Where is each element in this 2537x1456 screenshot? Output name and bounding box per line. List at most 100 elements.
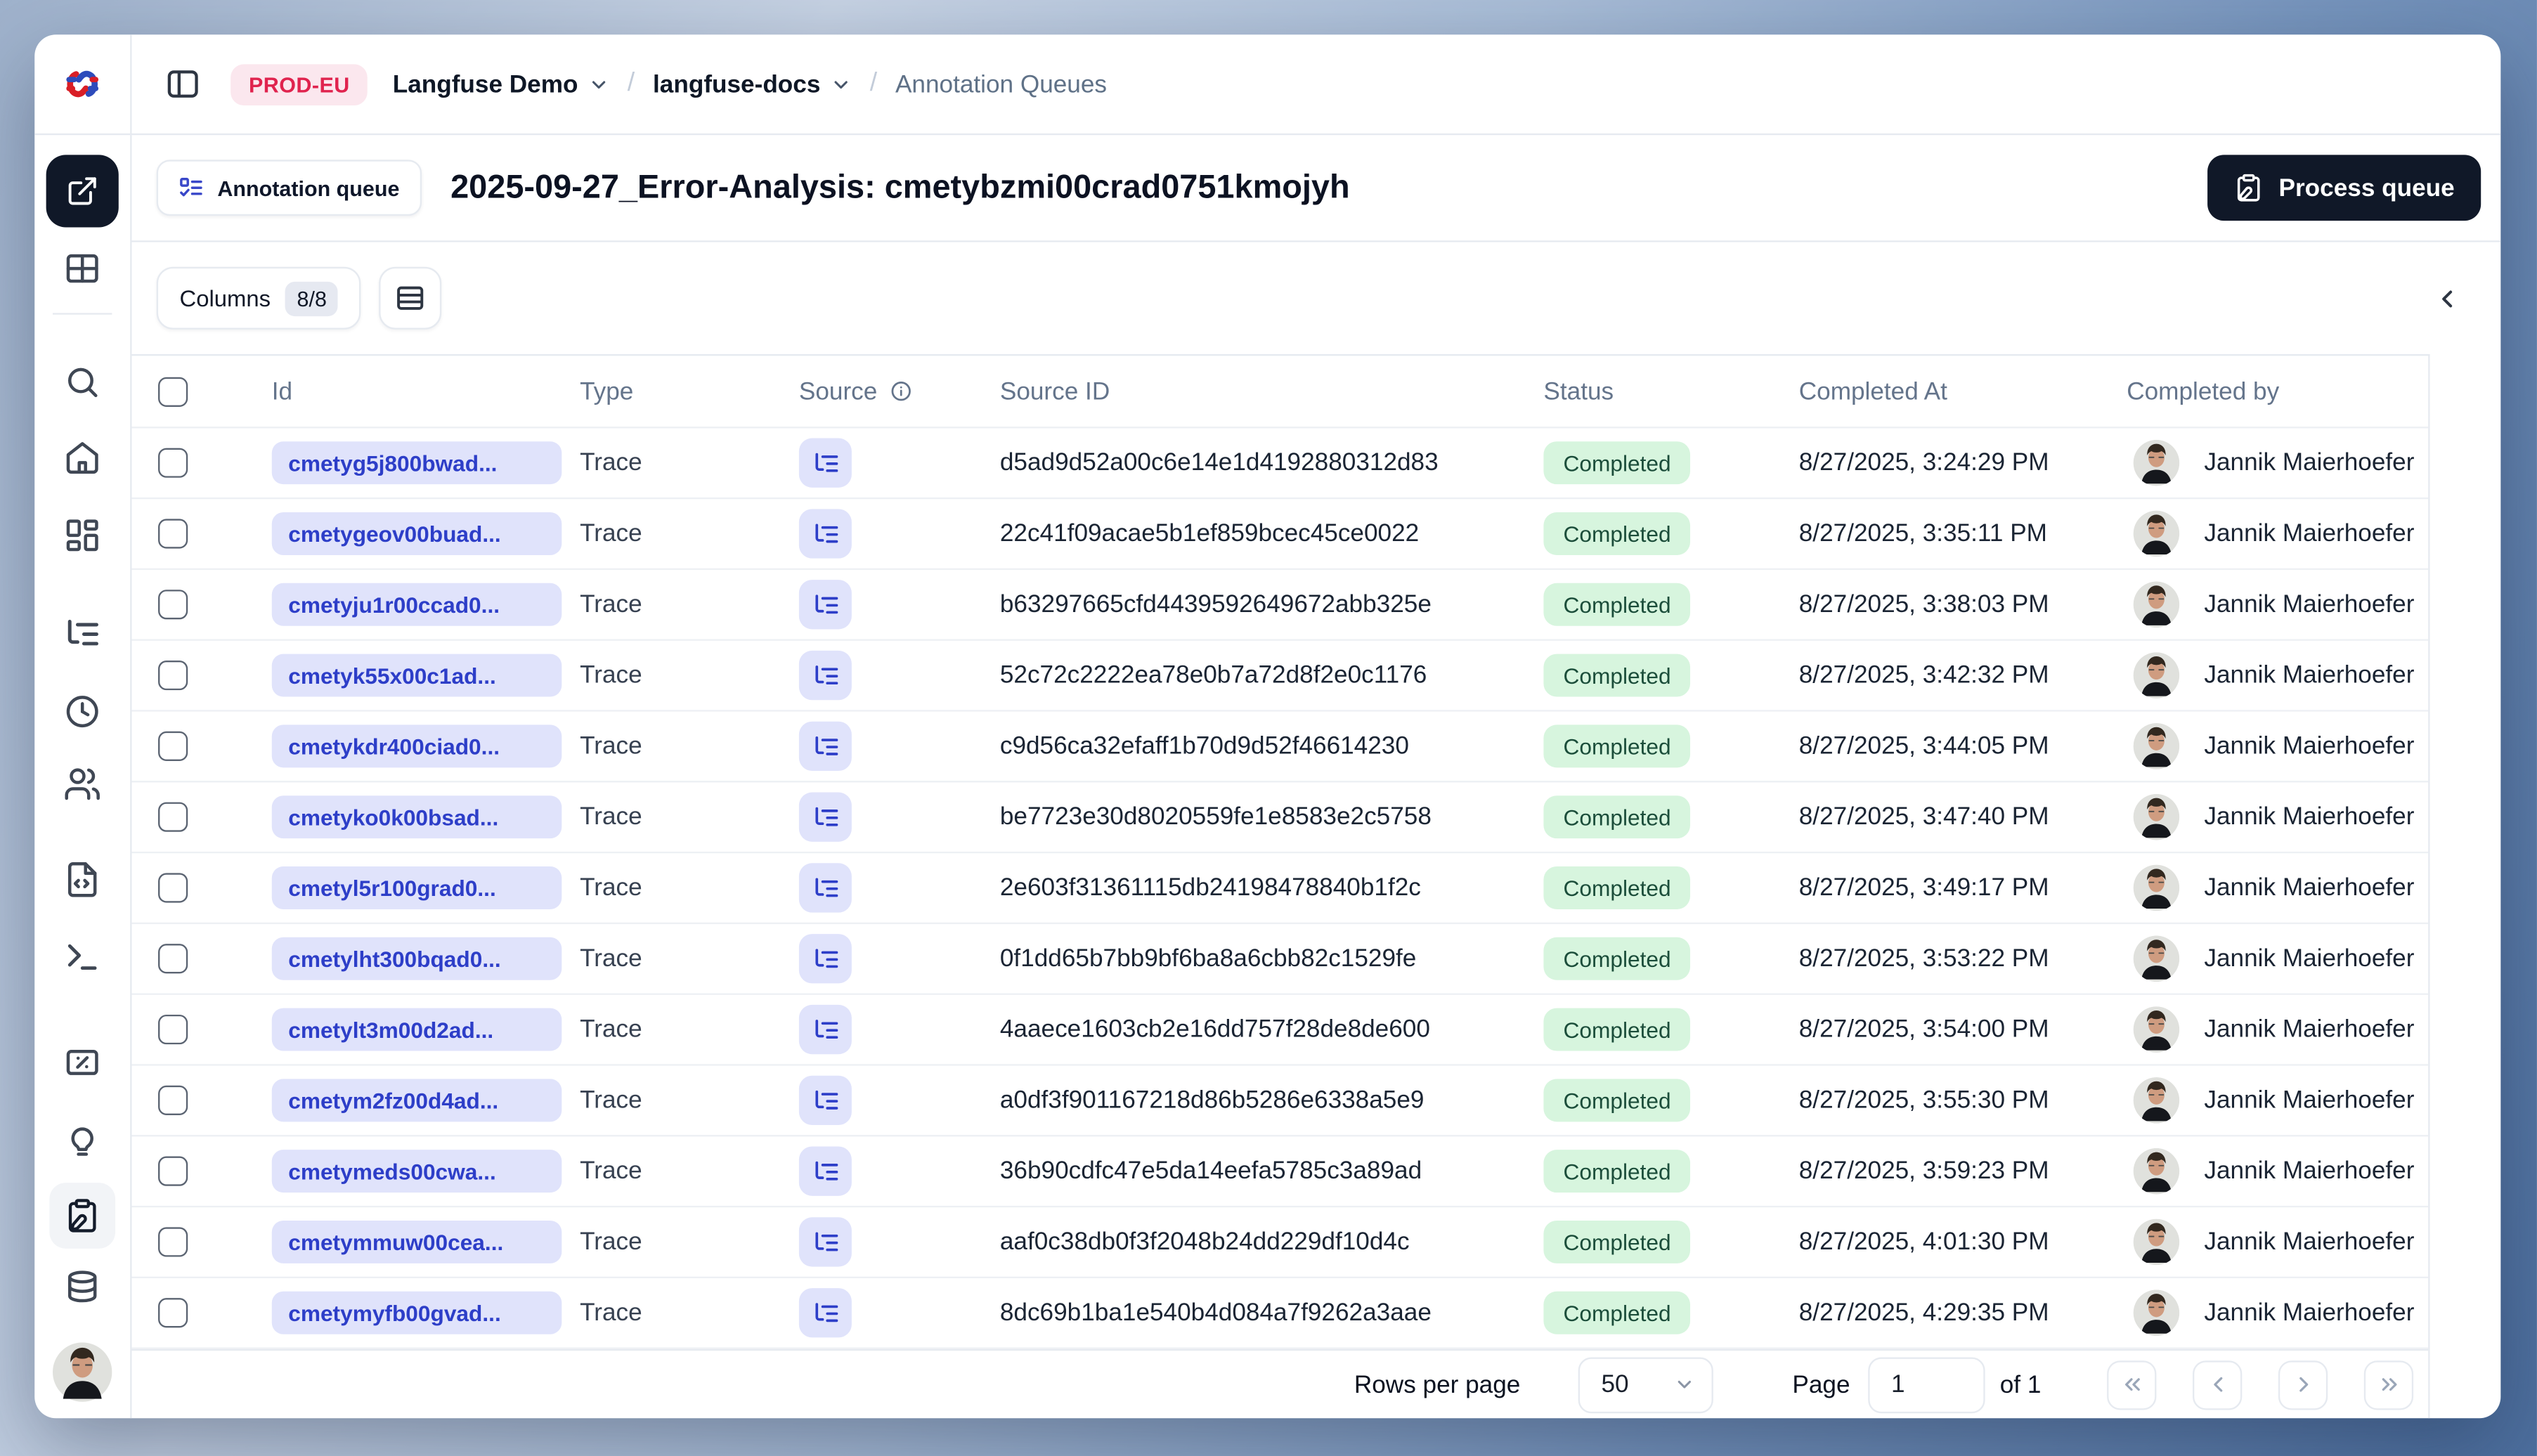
trace-source-button[interactable] xyxy=(798,721,852,772)
table-row[interactable]: cmetymmuw00cea... Trace aaf0c38db0f3f204… xyxy=(131,1207,2429,1279)
row-checkbox[interactable] xyxy=(158,590,188,620)
sidebar-item-evaluators[interactable] xyxy=(63,1044,101,1081)
sidebar-item-playground[interactable] xyxy=(63,938,101,976)
table-row[interactable]: cmetykdr400ciad0... Trace c9d56ca32efaff… xyxy=(131,712,2429,783)
list-tree-icon xyxy=(63,616,101,654)
table-row[interactable]: cmetym2fz00d4ad... Trace a0df3f901167218… xyxy=(131,1066,2429,1137)
row-checkbox[interactable] xyxy=(158,519,188,549)
completed-at: 8/27/2025, 3:42:32 PM xyxy=(1798,661,2049,690)
project-selector[interactable]: langfuse-docs xyxy=(653,70,852,98)
sidebar-item-users[interactable] xyxy=(63,765,101,803)
item-id-badge[interactable]: cmetymyfb00gvad... xyxy=(271,1291,562,1334)
table-row[interactable]: cmetyk55x00c1ad... Trace 52c72c2222ea78e… xyxy=(131,641,2429,712)
project-name: langfuse-docs xyxy=(653,70,821,98)
sidebar-item-dashboards[interactable] xyxy=(63,516,101,554)
item-id-badge[interactable]: cmetyk55x00c1ad... xyxy=(271,654,562,697)
row-checkbox[interactable] xyxy=(158,731,188,761)
sidebar-item-sessions[interactable] xyxy=(63,693,101,731)
completed-at: 8/27/2025, 3:53:22 PM xyxy=(1798,944,2049,973)
table-row[interactable]: cmetymeds00cwa... Trace 36b90cdfc47e5da1… xyxy=(131,1136,2429,1208)
row-checkbox[interactable] xyxy=(158,1085,188,1115)
sidebar-item-search[interactable] xyxy=(63,363,101,401)
row-checkbox[interactable] xyxy=(158,944,188,974)
main-content: PROD-EU Langfuse Demo / langfuse-docs / … xyxy=(131,34,2501,1419)
table-row[interactable]: cmetylt3m00d2ad... Trace 4aaece1603cb2e1… xyxy=(131,995,2429,1066)
next-page-button[interactable] xyxy=(2278,1360,2328,1410)
sidebar-item-insights[interactable] xyxy=(63,1124,101,1162)
sidebar-item-home[interactable] xyxy=(63,439,101,477)
item-id-badge[interactable]: cmetyko0k00bsad... xyxy=(271,795,562,839)
previous-page-button[interactable] xyxy=(2192,1360,2243,1410)
trace-source-button[interactable] xyxy=(798,580,852,630)
row-checkbox[interactable] xyxy=(158,1298,188,1328)
row-checkbox[interactable] xyxy=(158,873,188,903)
item-id-badge[interactable]: cmetymmuw00cea... xyxy=(271,1220,562,1263)
sidebar-item-annotation-queues[interactable] xyxy=(49,1183,116,1249)
table-row[interactable]: cmetyko0k00bsad... Trace be7723e30d80205… xyxy=(131,782,2429,854)
open-external-button[interactable] xyxy=(46,155,119,228)
avatar-photo xyxy=(2133,1289,2180,1337)
trace-source-button[interactable] xyxy=(798,1075,852,1126)
trace-source-button[interactable] xyxy=(798,1004,852,1055)
item-id-badge[interactable]: cmetym2fz00d4ad... xyxy=(271,1079,562,1122)
last-page-button[interactable] xyxy=(2363,1360,2414,1410)
first-page-button[interactable] xyxy=(2107,1360,2157,1410)
item-id-badge[interactable]: cmetylht300bqad0... xyxy=(271,937,562,980)
item-id-badge[interactable]: cmetyl5r100grad0... xyxy=(271,866,562,909)
organization-selector[interactable]: Langfuse Demo xyxy=(393,70,609,98)
table-row[interactable]: cmetyju1r00ccad0... Trace b63297665cfd44… xyxy=(131,570,2429,641)
row-checkbox[interactable] xyxy=(158,1227,188,1257)
row-checkbox[interactable] xyxy=(158,1014,188,1045)
status-badge: Completed xyxy=(1543,654,1691,697)
table-row[interactable]: cmetymyfb00gvad... Trace 8dc69b1ba1e540b… xyxy=(131,1278,2429,1349)
table-row[interactable]: cmetyl5r100grad0... Trace 2e603f31361115… xyxy=(131,853,2429,925)
trace-source-button[interactable] xyxy=(798,509,852,559)
table-row[interactable]: cmetygeov00buad... Trace 22c41f09acae5b1… xyxy=(131,499,2429,571)
profile-avatar[interactable] xyxy=(53,1342,112,1402)
sidebar-divider xyxy=(53,313,112,315)
trace-source-button[interactable] xyxy=(798,863,852,913)
item-id-badge[interactable]: cmetymeds00cwa... xyxy=(271,1150,562,1193)
item-id-badge[interactable]: cmetyju1r00ccad0... xyxy=(271,583,562,626)
row-checkbox[interactable] xyxy=(158,448,188,478)
trace-source-button[interactable] xyxy=(798,792,852,842)
sidebar-toggle-button[interactable] xyxy=(164,66,201,103)
item-type: Trace xyxy=(580,1228,642,1256)
status-badge: Completed xyxy=(1543,512,1691,555)
trace-source-button[interactable] xyxy=(798,1217,852,1267)
trace-source-button[interactable] xyxy=(798,438,852,488)
trace-source-button[interactable] xyxy=(798,1146,852,1196)
row-checkbox[interactable] xyxy=(158,1156,188,1186)
trace-source-button[interactable] xyxy=(798,1288,852,1338)
info-icon[interactable] xyxy=(889,379,912,403)
completed-by-avatar xyxy=(2133,935,2180,982)
sidebar-item-datasets[interactable] xyxy=(63,1269,101,1307)
page-count-label: of 1 xyxy=(1999,1370,2042,1399)
sidebar-item-tracing[interactable] xyxy=(63,616,101,654)
completed-at: 8/27/2025, 3:59:23 PM xyxy=(1798,1157,2049,1185)
sidebar-item-prompts[interactable] xyxy=(63,861,101,899)
item-id-badge[interactable]: cmetylt3m00d2ad... xyxy=(271,1008,562,1051)
table-row[interactable]: cmetyg5j800bwad... Trace d5ad9d52a00c6e1… xyxy=(131,428,2429,500)
row-checkbox[interactable] xyxy=(158,660,188,691)
item-type: Trace xyxy=(580,1086,642,1114)
select-all-checkbox[interactable] xyxy=(158,376,188,406)
environment-badge[interactable]: PROD-EU xyxy=(231,63,368,105)
page-number-input[interactable] xyxy=(1868,1356,1985,1413)
clock-icon xyxy=(66,696,98,728)
rows-per-page-select[interactable]: 50 xyxy=(1578,1356,1713,1413)
item-id-badge[interactable]: cmetykdr400ciad0... xyxy=(271,724,562,768)
table-row[interactable]: cmetylht300bqad0... Trace 0f1dd65b7bb9bf… xyxy=(131,924,2429,995)
row-checkbox[interactable] xyxy=(158,802,188,832)
item-id-badge[interactable]: cmetyg5j800bwad... xyxy=(271,441,562,485)
completed-by-avatar xyxy=(2133,1006,2180,1053)
item-id-badge[interactable]: cmetygeov00buad... xyxy=(271,512,562,555)
trace-source-button[interactable] xyxy=(798,650,852,701)
process-queue-button[interactable]: Process queue xyxy=(2207,155,2481,221)
collapse-panel-button[interactable] xyxy=(2422,273,2471,323)
columns-button[interactable]: Columns 8/8 xyxy=(156,266,362,330)
trace-source-button[interactable] xyxy=(798,934,852,984)
sidebar-item-tables[interactable] xyxy=(63,249,101,287)
list-tree-icon xyxy=(815,877,838,897)
row-height-button[interactable] xyxy=(379,266,442,330)
